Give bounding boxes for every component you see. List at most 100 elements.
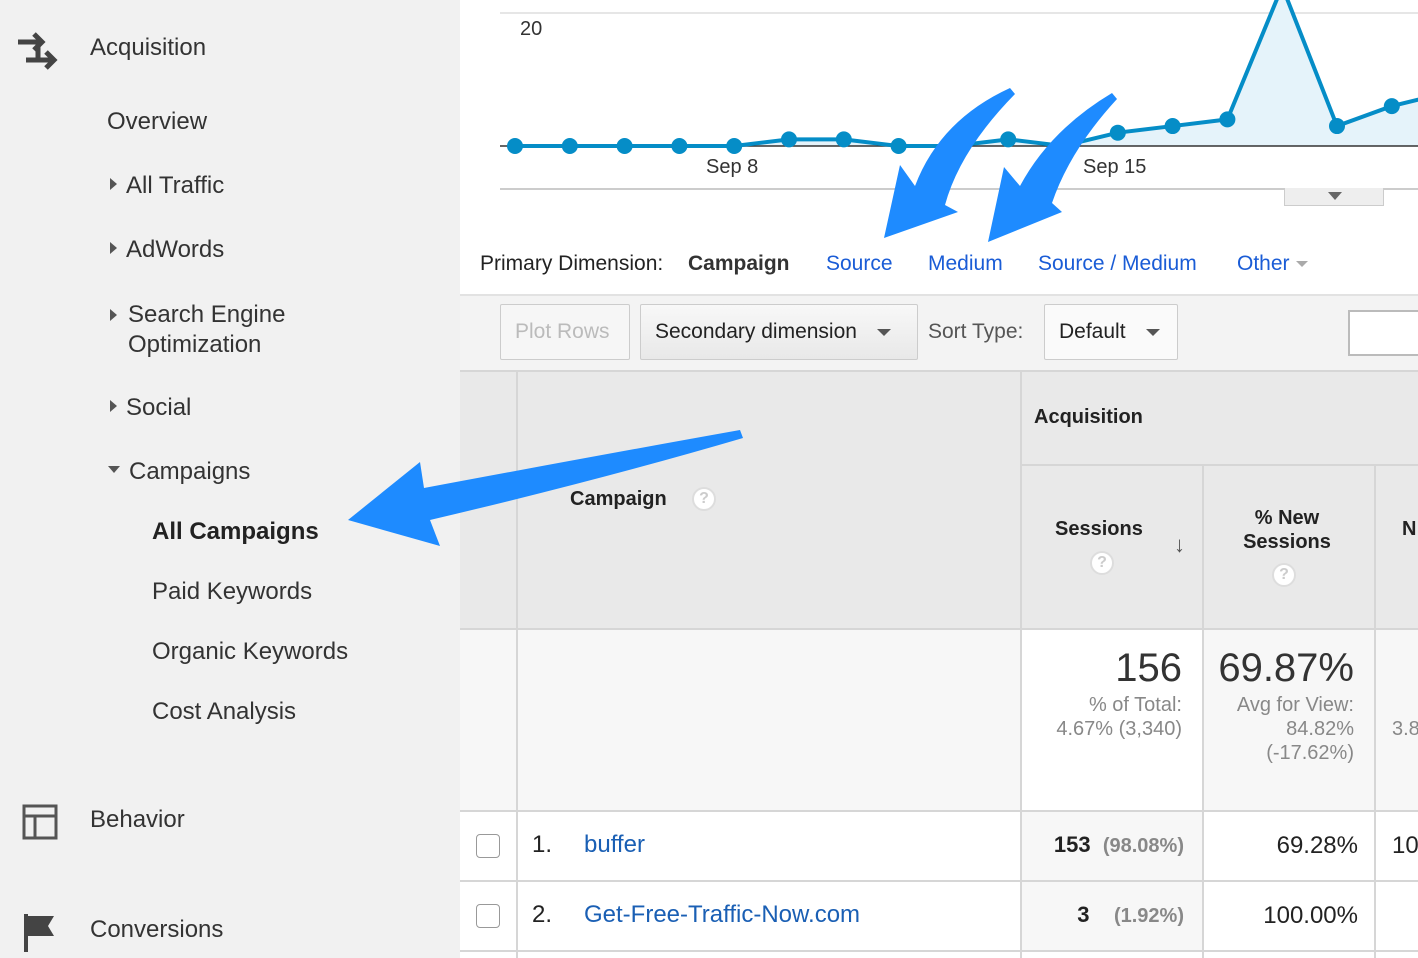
data-point <box>945 138 962 154</box>
nav-label: Social <box>126 394 192 421</box>
data-point <box>1329 118 1345 135</box>
data-point <box>726 138 743 154</box>
data-point <box>781 131 797 148</box>
chart-collapse-handle[interactable] <box>1284 188 1384 206</box>
data-point <box>1055 138 1071 154</box>
sort-descending-arrow-icon[interactable]: ↓ <box>1174 532 1185 558</box>
acquisition-group-header: Acquisition <box>1034 406 1143 428</box>
new-sessions-cell: 100.00% <box>1263 902 1358 929</box>
expand-arrow-icon <box>110 309 117 321</box>
total-sessions-pct: 4.67% (3,340) <box>1056 718 1182 740</box>
next-total-partial: 3.8 <box>1392 718 1418 740</box>
nav-cost-analysis[interactable]: Cost Analysis <box>152 698 296 726</box>
row-number: 1. <box>532 831 553 858</box>
help-icon[interactable]: ? <box>1272 563 1296 587</box>
nav-adwords[interactable]: AdWords <box>110 236 224 264</box>
data-point <box>890 138 907 154</box>
expand-arrow-icon <box>110 241 117 254</box>
help-icon[interactable]: ? <box>1090 551 1114 575</box>
dropdown-arrow-icon <box>1145 328 1160 336</box>
nav-label: Campaigns <box>129 458 251 485</box>
dimension-campaign[interactable]: Campaign <box>688 252 790 276</box>
nav-all-campaigns[interactable]: All Campaigns <box>152 518 319 546</box>
collapse-arrow-icon <box>108 466 120 474</box>
nav-conversions[interactable]: Conversions <box>90 916 223 944</box>
data-point <box>1000 131 1017 148</box>
nav-all-traffic[interactable]: All Traffic <box>110 172 224 200</box>
nav-organic-keywords[interactable]: Organic Keywords <box>152 638 348 666</box>
avg-for-view-diff: (-17.62%) <box>1266 742 1354 764</box>
nav-behavior[interactable]: Behavior <box>90 806 185 834</box>
divider <box>460 628 1418 630</box>
nav-overview[interactable]: Overview <box>107 108 207 136</box>
expand-arrow-icon <box>110 399 117 412</box>
total-sessions-label: % of Total: <box>1088 694 1182 716</box>
conversions-flag-icon <box>24 914 54 952</box>
x-tick-label: Sep 15 <box>1083 156 1147 178</box>
data-point <box>1164 118 1181 135</box>
dropdown-arrow-icon <box>1295 261 1308 268</box>
sessions-pct: (1.92%) <box>1113 905 1184 927</box>
new-sessions-column-header[interactable]: % New Sessions <box>1212 506 1362 554</box>
new-sessions-cell: 69.28% <box>1276 832 1358 859</box>
x-tick-label: Sep 8 <box>706 156 759 178</box>
avg-for-view-value: 84.82% <box>1286 718 1354 740</box>
help-icon[interactable]: ? <box>692 487 716 511</box>
data-point <box>1219 111 1236 128</box>
data-point <box>616 138 633 154</box>
campaign-link[interactable]: Get-Free-Traffic-Now.com <box>584 901 860 929</box>
next-cell-partial: 10 <box>1392 832 1418 859</box>
behavior-icon <box>22 804 58 840</box>
nav-acquisition[interactable]: Acquisition <box>90 34 206 62</box>
divider <box>460 950 1418 952</box>
sort-type-label: Sort Type: <box>928 320 1024 343</box>
campaign-column-header[interactable]: Campaign <box>570 488 667 511</box>
area-fill <box>515 0 1418 146</box>
plot-rows-button[interactable]: Plot Rows <box>500 304 630 360</box>
sessions-value: 3 <box>1077 902 1090 927</box>
secondary-dimension-label: Secondary dimension <box>655 320 857 343</box>
nav-seo[interactable]: Search Engine Optimization <box>110 300 310 360</box>
sessions-column-header[interactable]: Sessions <box>1055 518 1143 541</box>
total-sessions: 156 <box>1115 646 1182 690</box>
data-point <box>671 138 688 154</box>
expand-arrow-icon <box>110 177 117 190</box>
divider <box>516 370 518 958</box>
avg-for-view-label: Avg for View: <box>1236 694 1354 716</box>
dimension-medium[interactable]: Medium <box>928 252 1003 276</box>
sessions-value: 153 <box>1053 832 1091 857</box>
sort-type-value: Default <box>1059 320 1126 343</box>
nav-label: AdWords <box>126 236 225 263</box>
chevron-down-icon <box>1328 192 1342 200</box>
campaign-link[interactable]: buffer <box>584 831 645 859</box>
nav-paid-keywords[interactable]: Paid Keywords <box>152 578 312 606</box>
data-point <box>561 138 578 154</box>
next-column-header[interactable]: N <box>1402 518 1416 541</box>
divider <box>1022 464 1418 466</box>
sort-type-dropdown[interactable]: Default <box>1044 304 1178 360</box>
divider <box>1020 370 1022 958</box>
dimension-source[interactable]: Source <box>826 252 893 276</box>
divider <box>460 810 1418 812</box>
total-new-sessions: 69.87% <box>1218 646 1354 690</box>
nav-social[interactable]: Social <box>110 394 191 422</box>
row-number: 2. <box>532 901 553 928</box>
main-content: 20 Sep 8 Sep 15 Primary Dimension: Campa… <box>460 0 1418 958</box>
divider <box>460 370 1418 372</box>
other-label: Other <box>1237 252 1290 275</box>
row-checkbox[interactable] <box>476 904 500 928</box>
search-input[interactable] <box>1348 310 1418 356</box>
nav-label: All Traffic <box>126 172 225 199</box>
sessions-cell: 153 (98.08%) <box>1054 832 1184 858</box>
sessions-cell: 3 (1.92%) <box>1077 902 1184 928</box>
acquisition-icon <box>18 32 58 70</box>
dimension-source-medium[interactable]: Source / Medium <box>1038 252 1197 276</box>
dimension-other[interactable]: Other <box>1237 252 1308 276</box>
row-checkbox[interactable] <box>476 834 500 858</box>
sessions-pct: (98.08%) <box>1102 835 1184 857</box>
sessions-chart <box>500 0 1418 190</box>
secondary-dimension-dropdown[interactable]: Secondary dimension <box>640 304 918 360</box>
data-point <box>835 131 852 148</box>
nav-campaigns[interactable]: Campaigns <box>108 458 250 486</box>
divider <box>1374 464 1376 958</box>
